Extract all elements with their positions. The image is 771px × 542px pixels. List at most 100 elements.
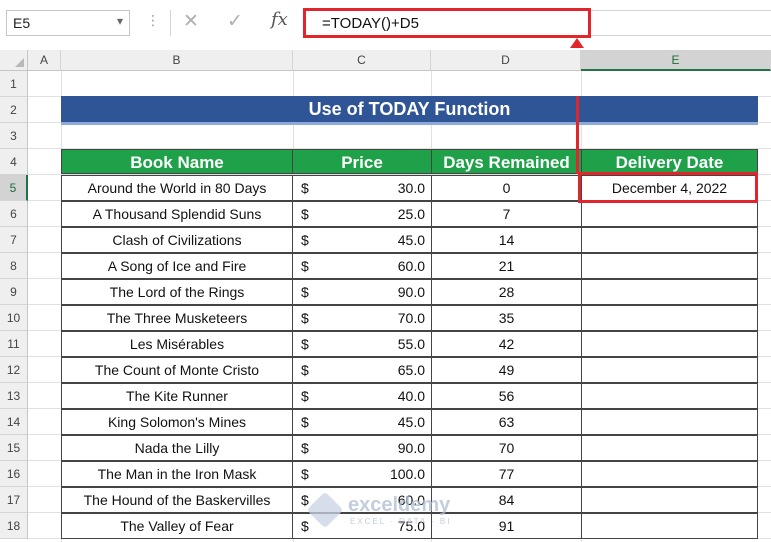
cell-days-remained[interactable]: 35	[431, 305, 582, 331]
cell-price[interactable]: $45.0	[292, 227, 432, 253]
row-header-5[interactable]: 5	[0, 175, 28, 201]
cell-days-remained[interactable]: 84	[431, 487, 582, 513]
cell-days-remained[interactable]: 49	[431, 357, 582, 383]
cell-price[interactable]: $60.0	[292, 253, 432, 279]
cell-book-name[interactable]: The Count of Monte Cristo	[61, 357, 293, 383]
cell-delivery-date[interactable]	[581, 409, 758, 435]
row-header-12[interactable]: 12	[0, 357, 28, 383]
cell-book-name[interactable]: Clash of Civilizations	[61, 227, 293, 253]
name-box-value: E5	[13, 15, 31, 31]
cell-price[interactable]: $30.0	[292, 175, 432, 201]
cell-delivery-date[interactable]	[581, 487, 758, 513]
cell-delivery-date[interactable]	[581, 357, 758, 383]
cell-price[interactable]: $55.0	[292, 331, 432, 357]
formula-text: =TODAY()+D5	[322, 15, 419, 32]
row-header-11[interactable]: 11	[0, 331, 28, 357]
cell-days-remained[interactable]: 77	[431, 461, 582, 487]
header-days-remained[interactable]: Days Remained	[431, 149, 582, 174]
row-header-9[interactable]: 9	[0, 279, 28, 305]
price-value: 90.0	[397, 284, 425, 300]
cell-price[interactable]: $90.0	[292, 279, 432, 305]
price-value: 100.0	[389, 466, 425, 482]
cell-days-remained[interactable]: 14	[431, 227, 582, 253]
column-header-a[interactable]: A	[28, 50, 61, 71]
cell-delivery-date[interactable]	[581, 513, 758, 539]
cell-delivery-date[interactable]	[581, 383, 758, 409]
cell-delivery-date[interactable]	[581, 279, 758, 305]
cell-delivery-date[interactable]	[581, 305, 758, 331]
cell-book-name[interactable]: The Three Musketeers	[61, 305, 293, 331]
cell-price[interactable]: $25.0	[292, 201, 432, 227]
cell-book-name[interactable]: Nada the Lilly	[61, 435, 293, 461]
formula-input[interactable]: =TODAY()+D5	[303, 8, 591, 38]
enter-icon[interactable]: ✓	[227, 10, 243, 33]
cell-price[interactable]: $90.0	[292, 435, 432, 461]
cell-delivery-date[interactable]	[581, 201, 758, 227]
cell-days-remained[interactable]: 28	[431, 279, 582, 305]
row-header-4[interactable]: 4	[0, 149, 28, 175]
cell-book-name[interactable]: A Song of Ice and Fire	[61, 253, 293, 279]
cell-book-name[interactable]: The Hound of the Baskervilles	[61, 487, 293, 513]
row-header-6[interactable]: 6	[0, 201, 28, 227]
cell-book-name[interactable]: The Lord of the Rings	[61, 279, 293, 305]
cell-book-name[interactable]: A Thousand Splendid Suns	[61, 201, 293, 227]
cell-days-remained[interactable]: 42	[431, 331, 582, 357]
row-header-13[interactable]: 13	[0, 383, 28, 409]
cell-days-remained[interactable]: 0	[431, 175, 582, 201]
cell-book-name[interactable]: The Kite Runner	[61, 383, 293, 409]
insert-function-icon[interactable]: fx	[271, 9, 288, 30]
cell-price[interactable]: $65.0	[292, 357, 432, 383]
formula-bar-divider	[170, 10, 171, 36]
header-delivery-date[interactable]: Delivery Date	[581, 149, 758, 174]
more-options-icon[interactable]: ⋮	[146, 12, 160, 29]
arrow-annotation	[576, 96, 579, 174]
header-price[interactable]: Price	[292, 149, 432, 174]
row-header-3[interactable]: 3	[0, 123, 28, 149]
row-header-7[interactable]: 7	[0, 227, 28, 253]
row-header-18[interactable]: 18	[0, 513, 28, 539]
cell-book-name[interactable]: The Man in the Iron Mask	[61, 461, 293, 487]
formula-input-extension[interactable]	[591, 10, 771, 36]
row-header-15[interactable]: 15	[0, 435, 28, 461]
currency-symbol: $	[301, 232, 309, 248]
cell-delivery-date[interactable]	[581, 331, 758, 357]
header-book-name[interactable]: Book Name	[61, 149, 293, 174]
currency-symbol: $	[301, 414, 309, 430]
row-header-10[interactable]: 10	[0, 305, 28, 331]
cell-days-remained[interactable]: 91	[431, 513, 582, 539]
price-value: 65.0	[397, 362, 425, 378]
row-header-2[interactable]: 2	[0, 97, 28, 123]
row-header-17[interactable]: 17	[0, 487, 28, 513]
cell-delivery-date[interactable]	[581, 227, 758, 253]
cell-book-name[interactable]: King Solomon's Mines	[61, 409, 293, 435]
row-header-14[interactable]: 14	[0, 409, 28, 435]
column-header-d[interactable]: D	[431, 50, 581, 71]
cell-book-name[interactable]: Les Misérables	[61, 331, 293, 357]
cell-book-name[interactable]: The Valley of Fear	[61, 513, 293, 539]
name-box[interactable]: E5 ▾	[6, 10, 130, 36]
chevron-down-icon[interactable]: ▾	[117, 14, 123, 28]
cell-price[interactable]: $100.0	[292, 461, 432, 487]
column-header-b[interactable]: B	[61, 50, 293, 71]
cell-days-remained[interactable]: 56	[431, 383, 582, 409]
cell-book-name[interactable]: Around the World in 80 Days	[61, 175, 293, 201]
cell-price[interactable]: $45.0	[292, 409, 432, 435]
worksheet-grid[interactable]: A B C D E 1 2 3 4 5 6 7 8 9 10 11 12 13 …	[0, 50, 771, 542]
cell-delivery-date[interactable]	[581, 461, 758, 487]
cancel-icon[interactable]: ✕	[183, 10, 199, 33]
column-header-c[interactable]: C	[293, 50, 431, 71]
column-header-e[interactable]: E	[581, 50, 771, 71]
cell-days-remained[interactable]: 7	[431, 201, 582, 227]
sheet-title[interactable]: Use of TODAY Function	[61, 96, 758, 125]
row-header-16[interactable]: 16	[0, 461, 28, 487]
cell-days-remained[interactable]: 70	[431, 435, 582, 461]
cell-price[interactable]: $40.0	[292, 383, 432, 409]
select-all-corner[interactable]	[0, 50, 28, 71]
cell-days-remained[interactable]: 21	[431, 253, 582, 279]
cell-delivery-date[interactable]	[581, 253, 758, 279]
cell-delivery-date[interactable]	[581, 435, 758, 461]
row-header-1[interactable]: 1	[0, 71, 28, 97]
cell-days-remained[interactable]: 63	[431, 409, 582, 435]
cell-price[interactable]: $70.0	[292, 305, 432, 331]
row-header-8[interactable]: 8	[0, 253, 28, 279]
